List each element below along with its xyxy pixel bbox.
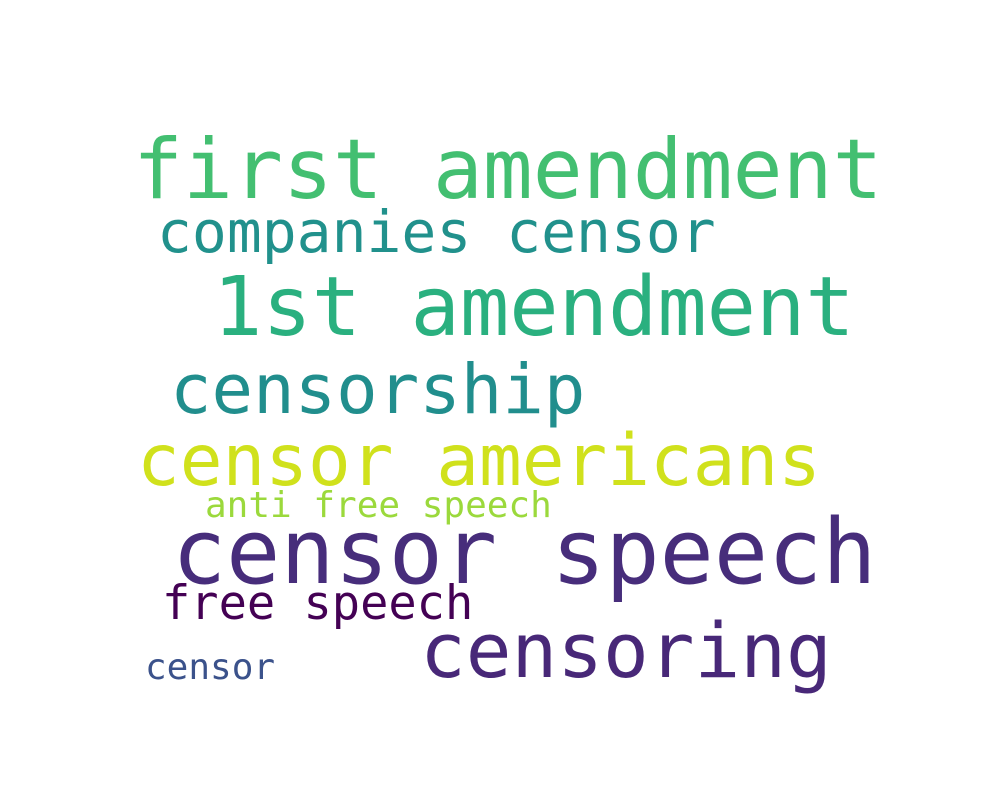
- word-censoring: censoring: [420, 606, 832, 695]
- word-companies-censor: companies censor: [157, 198, 716, 266]
- word-1st-amendment: 1st amendment: [213, 260, 855, 355]
- word-censor: censor: [145, 647, 276, 688]
- word-censorship: censorship: [170, 350, 586, 430]
- word-cloud: first amendment companies censor 1st ame…: [0, 0, 1000, 800]
